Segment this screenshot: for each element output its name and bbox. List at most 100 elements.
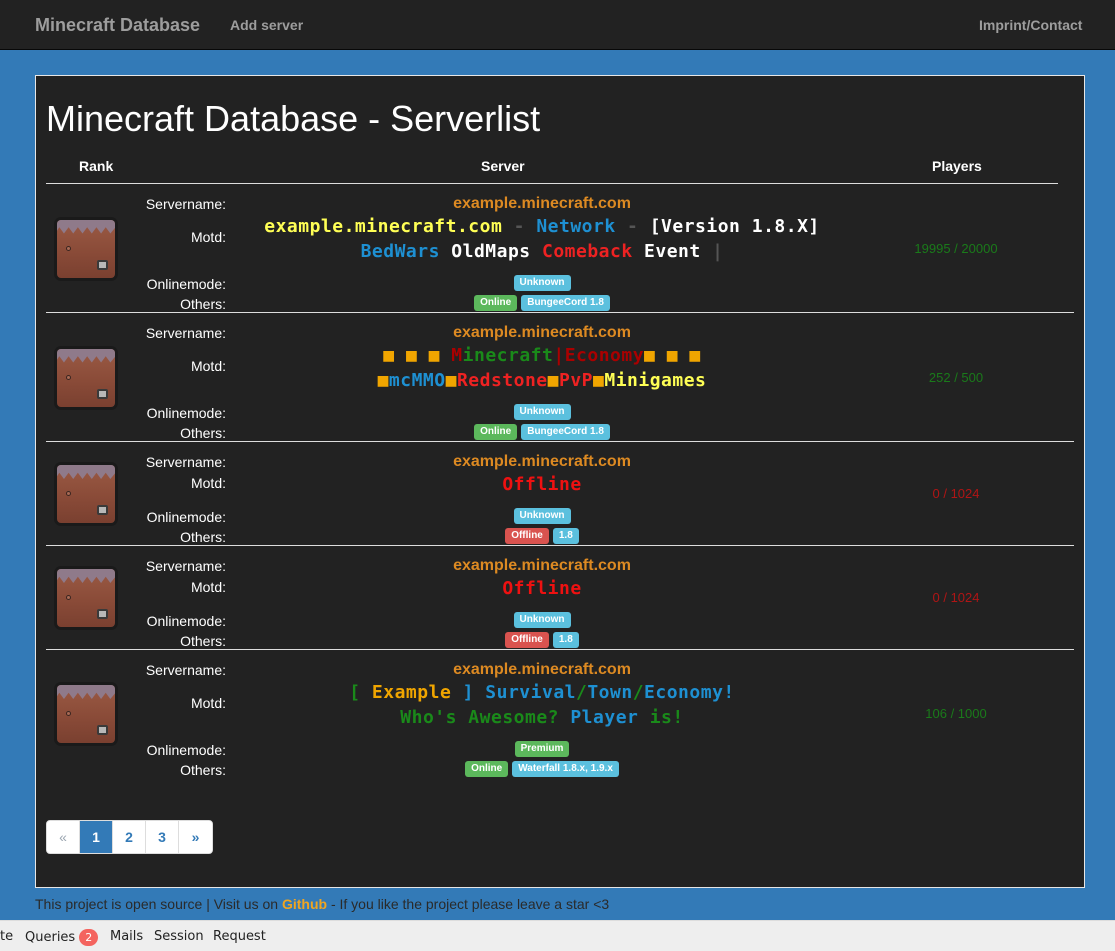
motd-segment: example.minecraft.com xyxy=(264,216,503,237)
nav-add-server[interactable]: Add server xyxy=(230,17,303,33)
onlinemode-badge: Premium xyxy=(514,741,570,757)
motd-segment: BedWars xyxy=(360,241,452,262)
navbar: Minecraft Database Add server Imprint/Co… xyxy=(0,0,1115,50)
version-badge: 1.8 xyxy=(552,632,579,648)
others-badges: Offline 1.8 xyxy=(46,528,1038,544)
server-address[interactable]: example.minecraft.com xyxy=(46,324,1038,342)
motd-segment: Player xyxy=(570,707,650,728)
player-count: 252 / 500 xyxy=(928,369,984,385)
server-row[interactable]: Servername: Motd: Onlinemode: Others: exampl… xyxy=(46,442,1074,546)
motd-line: [ Example ] Survival/Town/Economy! xyxy=(46,682,1038,703)
version-badge: 1.8 xyxy=(552,528,579,544)
motd-segment: Event xyxy=(644,241,713,262)
pagination: « 1 2 3 » xyxy=(46,820,213,854)
motd-segment: Economy! xyxy=(644,682,735,703)
motd-segment: ] xyxy=(451,682,486,703)
motd-segment: | xyxy=(553,345,565,366)
header-rank: Rank xyxy=(79,158,114,174)
nav-imprint-contact[interactable]: Imprint/Contact xyxy=(979,17,1082,33)
player-count: 19995 / 20000 xyxy=(914,240,998,256)
motd-segment: ■ xyxy=(445,370,457,391)
version-badge: Waterfall 1.8.x, 1.9.x xyxy=(512,761,619,777)
footer-text-before: This project is open source | Visit us o… xyxy=(35,896,282,912)
server-row[interactable]: Servername: Motd: Onlinemode: Others: exampl… xyxy=(46,184,1074,313)
onlinemode-badge: Unknown xyxy=(513,508,571,524)
motd-segment: ■ ■ ■ xyxy=(644,345,701,366)
player-count: 0 / 1024 xyxy=(932,486,980,501)
onlinemode-badges: Premium xyxy=(46,741,1038,757)
player-count: 106 / 1000 xyxy=(925,706,987,721)
serverlist-panel: Minecraft Database - Serverlist Rank Ser… xyxy=(35,75,1085,888)
server-address[interactable]: example.minecraft.com xyxy=(46,453,1038,471)
motd-segment: PvP xyxy=(559,370,594,391)
debug-queries-label: Queries xyxy=(25,930,76,945)
motd-segment: [Version 1.8.X] xyxy=(649,216,820,237)
motd-segment: ■ xyxy=(377,370,389,391)
motd-segment: / xyxy=(632,682,645,703)
pagination-page-3[interactable]: 3 xyxy=(146,821,179,853)
debug-tab-mails[interactable]: Mails xyxy=(110,929,143,944)
motd-segment: Survival xyxy=(485,682,576,703)
server-address[interactable]: example.minecraft.com xyxy=(46,661,1038,679)
onlinemode-badge: Unknown xyxy=(513,612,571,628)
motd-segment: - xyxy=(502,216,537,237)
player-count: 0 / 1024 xyxy=(932,590,980,605)
motd-segment: Offline xyxy=(502,474,582,495)
onlinemode-badge: Unknown xyxy=(513,404,571,420)
server-row[interactable]: Servername: Motd: Onlinemode: Others: exampl… xyxy=(46,650,1074,778)
onlinemode-badges: Unknown xyxy=(46,275,1038,291)
server-row[interactable]: Servername: Motd: Onlinemode: Others: exampl… xyxy=(46,546,1074,650)
motd-segment: Economy xyxy=(564,345,645,366)
motd-segment: ■ xyxy=(593,370,605,391)
onlinemode-badges: Unknown xyxy=(46,404,1038,420)
debug-bar: te Queries 2 Mails Session Request xyxy=(0,920,1115,951)
footer-text-after: - If you like the project please leave a… xyxy=(327,896,610,912)
pagination-next[interactable]: » xyxy=(179,821,212,853)
motd-segment: Network xyxy=(536,216,616,237)
motd-segment: Example xyxy=(371,682,452,703)
brand-link[interactable]: Minecraft Database xyxy=(35,15,200,36)
onlinemode-badges: Unknown xyxy=(46,508,1038,524)
others-badges: Online BungeeCord 1.8 xyxy=(46,424,1038,440)
pagination-prev[interactable]: « xyxy=(47,821,80,853)
motd-segment: Comeback xyxy=(541,241,645,262)
others-badges: Online Waterfall 1.8.x, 1.9.x xyxy=(46,761,1038,777)
server-row[interactable]: Servername: Motd: Onlinemode: Others: exampl… xyxy=(46,313,1074,442)
debug-tab-request[interactable]: Request xyxy=(213,929,266,944)
motd-segment: / xyxy=(576,682,588,703)
motd-segment: Town xyxy=(587,682,633,703)
motd-segment: is! xyxy=(649,707,684,728)
server-address[interactable]: example.minecraft.com xyxy=(46,557,1038,575)
pagination-page-1[interactable]: 1 xyxy=(80,821,113,853)
page-title: Minecraft Database - Serverlist xyxy=(46,98,541,139)
version-badge: BungeeCord 1.8 xyxy=(521,424,610,440)
debug-queries-count: 2 xyxy=(79,929,99,946)
motd-segment: | xyxy=(712,241,724,262)
motd-segment: mcMMO xyxy=(388,370,446,391)
debug-tab-session[interactable]: Session xyxy=(154,929,204,944)
github-link[interactable]: Github xyxy=(282,896,327,912)
onlinemode-badge: Unknown xyxy=(513,275,571,291)
others-badges: Offline 1.8 xyxy=(46,632,1038,648)
motd-segment: ■ ■ ■ xyxy=(383,345,452,366)
footer: This project is open source | Visit us o… xyxy=(35,896,609,912)
others-badges: Online BungeeCord 1.8 xyxy=(46,295,1038,311)
debug-tab-partial[interactable]: te xyxy=(0,929,13,944)
motd-segment: OldMaps xyxy=(451,241,542,262)
status-badge: Offline xyxy=(505,528,549,544)
status-badge: Online xyxy=(474,424,518,440)
motd-line: example.minecraft.com - Network - [Versi… xyxy=(46,216,1038,237)
motd-segment: - xyxy=(615,216,650,237)
pagination-page-2[interactable]: 2 xyxy=(113,821,146,853)
server-address[interactable]: example.minecraft.com xyxy=(46,195,1038,213)
status-badge: Online xyxy=(474,295,518,311)
motd-segment: Minigames xyxy=(604,370,707,391)
motd-segment: Who's Awesome? xyxy=(400,707,571,728)
motd-segment: ■ xyxy=(547,370,559,391)
debug-tab-queries[interactable]: Queries 2 xyxy=(25,929,99,946)
motd-line: ■ ■ ■ Minecraft|Economy■ ■ ■ xyxy=(46,345,1038,366)
onlinemode-badges: Unknown xyxy=(46,612,1038,628)
version-badge: BungeeCord 1.8 xyxy=(521,295,610,311)
header-players: Players xyxy=(932,158,982,174)
motd-segment: Redstone xyxy=(456,370,548,391)
